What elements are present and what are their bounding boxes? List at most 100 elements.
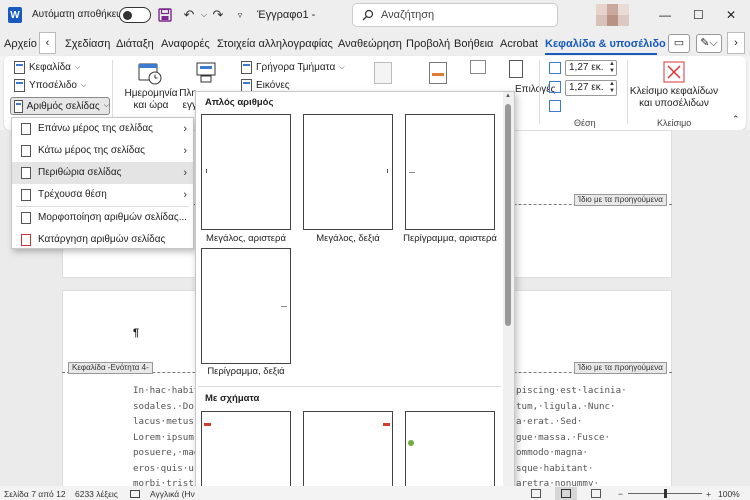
language-status[interactable]: Αγγλικά (Ην [150, 489, 195, 499]
word-count-status[interactable]: 6233 λέξεις [75, 489, 118, 499]
current-position-icon [21, 189, 31, 201]
date-time-button[interactable]: Ημερομηνία και ώρα [121, 88, 181, 112]
tab-file[interactable]: Αρχείο [4, 38, 37, 50]
submenu-arrow-icon: › [183, 189, 187, 201]
page-number-button[interactable]: Αριθμός σελίδας ⌵ [10, 97, 110, 115]
body-line: sque·habitant· [516, 462, 594, 474]
header-section-tag: Κεφαλίδα -Ενότητα 4- [68, 362, 153, 374]
header-button[interactable]: Κεφαλίδα ⌵ [14, 61, 80, 74]
zoom-level[interactable]: 100% [718, 489, 740, 499]
shape-circle-mark [408, 440, 414, 446]
page-number-icon [14, 99, 23, 113]
search-placeholder: Αναζήτηση [381, 9, 435, 21]
date-time-label-line2: και ώρα [133, 100, 169, 111]
gallery-section-plain-number: Απλός αριθμός [205, 97, 274, 108]
zoom-slider-handle[interactable] [664, 489, 667, 498]
body-line: piscing·est·lacinia· [516, 385, 627, 396]
submenu-arrow-icon: › [183, 123, 187, 135]
gallery-scrollbar-thumb[interactable] [505, 104, 511, 326]
word-app-icon: W [8, 7, 22, 23]
autosave-toggle[interactable] [119, 7, 151, 23]
close-label-line2: και υποσέλιδων [639, 98, 709, 109]
comments-icon[interactable]: ▭ [668, 34, 690, 53]
date-time-icon[interactable] [137, 60, 163, 89]
gallery-thumbnail-outline-left[interactable] [405, 114, 495, 230]
document-info-icon[interactable] [195, 60, 219, 89]
tab-layout[interactable]: Διάταξη [116, 38, 154, 50]
tab-design[interactable]: Σχεδίαση [65, 38, 110, 50]
search-icon [360, 7, 376, 23]
menu-item-current-position[interactable]: Τρέχουσα θέση › [12, 184, 193, 206]
account-avatar[interactable] [596, 4, 642, 26]
zoom-out-icon[interactable]: − [618, 489, 623, 499]
print-layout-icon[interactable] [561, 489, 571, 498]
menu-item-page-margins[interactable]: Περιθώρια σελίδας › [12, 162, 193, 184]
tab-acrobat[interactable]: Acrobat [500, 38, 538, 50]
customize-toolbar-icon[interactable]: ▿ [232, 7, 248, 23]
redo-icon[interactable]: ↷ [210, 7, 226, 23]
scroll-up-icon[interactable]: ▲ [505, 93, 511, 99]
ribbon-divider [112, 60, 113, 124]
gallery-label: Περίγραμμα, αριστερά [403, 233, 497, 244]
page-number-mark [409, 172, 415, 173]
menu-item-top-of-page[interactable]: Επάνω μέρος της σελίδας › [12, 118, 193, 140]
close-window-icon[interactable]: ✕ [726, 8, 736, 22]
format-page-numbers-icon [21, 212, 31, 224]
gallery-label: Μεγάλος, δεξιά [316, 233, 380, 244]
ribbon-divider [539, 60, 540, 124]
menu-item-remove-page-numbers[interactable]: Κατάργηση αριθμών σελίδας [12, 229, 193, 251]
submenu-arrow-icon: › [183, 167, 187, 179]
close-header-footer-icon[interactable] [663, 61, 685, 86]
proofing-icon[interactable] [130, 490, 140, 498]
body-line: a·erat.·Sed· [516, 416, 583, 427]
zoom-in-icon[interactable]: + [706, 489, 711, 499]
go-to-header-icon[interactable] [374, 62, 392, 84]
submenu-arrow-icon: › [183, 145, 187, 157]
tab-review[interactable]: Αναθεώρηση [338, 38, 402, 50]
same-as-previous-tag: Ίδιο με τα προηγούμενα [574, 362, 667, 374]
page-count-status[interactable]: Σελίδα 7 από 12 [4, 489, 66, 499]
menu-item-format-page-numbers[interactable]: Μορφοποίηση αριθμών σελίδας... [12, 207, 193, 229]
tab-mailings[interactable]: Στοιχεία αλληλογραφίας [217, 38, 333, 50]
footer-button-label: Υποσέλιδο [29, 80, 77, 91]
body-line: gue·massa.·Fusce· [516, 431, 611, 443]
collapse-ribbon-icon[interactable]: ⌃ [732, 114, 740, 125]
editing-pen-icon[interactable]: ✎⌵ [696, 34, 722, 53]
tab-scroll-left-icon[interactable]: ‹ [39, 32, 56, 54]
menu-item-bottom-of-page[interactable]: Κάτω μέρος της σελίδας › [12, 140, 193, 162]
shape-arrow-mark [204, 423, 211, 426]
quick-parts-button[interactable]: Γρήγορα Τμήματα ⌵ [241, 61, 345, 74]
footer-button[interactable]: Υποσέλιδο ⌵ [14, 79, 86, 92]
header-button-label: Κεφαλίδα [29, 62, 71, 73]
page-margins-icon [21, 167, 31, 179]
tab-scroll-right-icon[interactable]: › [727, 32, 745, 54]
maximize-icon[interactable]: ☐ [693, 8, 704, 22]
header-icon [14, 61, 25, 74]
options-icon[interactable] [509, 60, 523, 78]
tab-header-footer[interactable]: Κεφαλίδα & υποσέλιδο [545, 38, 666, 50]
pictures-icon [241, 79, 252, 91]
gallery-thumbnail-outline-right[interactable] [201, 248, 291, 364]
undo-icon[interactable]: ↶ [181, 7, 197, 23]
close-header-footer-button[interactable]: Κλείσιμο κεφαλίδων και υποσέλιδων [628, 86, 720, 110]
bottom-of-page-icon [21, 145, 31, 157]
save-icon[interactable] [157, 7, 173, 23]
menu-item-label: Κατάργηση αριθμών σελίδας [38, 234, 166, 245]
go-to-footer-icon[interactable] [429, 62, 447, 84]
header-position-spinner[interactable]: ▲ ▼ [609, 61, 617, 75]
gallery-thumbnail-large-left[interactable] [201, 114, 291, 230]
tab-references[interactable]: Αναφορές [161, 38, 210, 50]
web-layout-icon[interactable] [591, 489, 601, 498]
gallery-label: Περίγραμμα, δεξιά [207, 366, 285, 377]
pictures-button[interactable]: Εικόνες [241, 79, 301, 91]
footer-position-spinner[interactable]: ▲ ▼ [609, 81, 617, 95]
gallery-thumbnail-large-right[interactable] [303, 114, 393, 230]
tab-view[interactable]: Προβολή [406, 38, 450, 50]
read-mode-icon[interactable] [531, 489, 541, 498]
tab-help[interactable]: Βοήθεια [454, 38, 493, 50]
shape-arrow-mark [383, 423, 390, 426]
minimize-icon[interactable]: — [659, 8, 671, 22]
previous-section-icon[interactable] [470, 60, 486, 74]
gallery-label: Μεγάλος, αριστερά [206, 233, 286, 244]
insert-alignment-tab-icon[interactable] [549, 100, 561, 112]
